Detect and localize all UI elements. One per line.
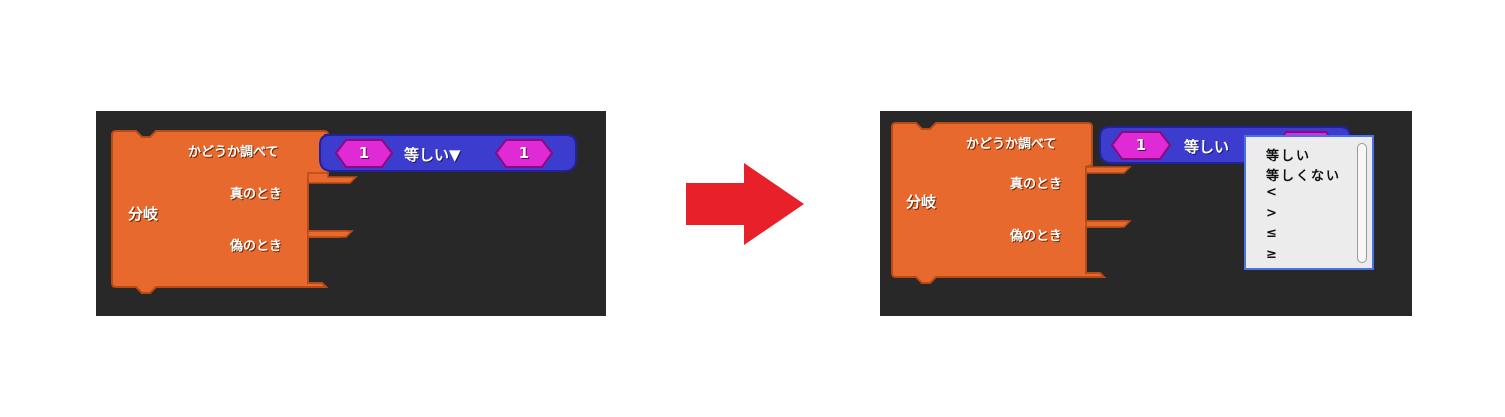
true-label: 真のとき (230, 187, 283, 202)
dropdown-option-less[interactable]: < (1266, 185, 1279, 200)
check-label: かどうか調べて (188, 145, 279, 160)
dropdown-option-less-eq[interactable]: ≤ (1266, 226, 1279, 241)
false-label: 偽のとき (1010, 229, 1063, 244)
branch-block-shape[interactable] (96, 111, 606, 316)
dropdown-option-greater[interactable]: > (1266, 206, 1279, 221)
false-label: 偽のとき (230, 239, 283, 254)
branch-block-name: 分岐 (906, 193, 937, 211)
left-value[interactable]: 1 (349, 144, 379, 162)
operator-dropdown[interactable]: 等しい (1184, 136, 1229, 157)
dropdown-scrollbar[interactable] (1357, 143, 1367, 263)
check-label: かどうか調べて (966, 137, 1057, 152)
operator-dropdown-menu[interactable]: 等しい 等しくない < > ≤ ≥ (1244, 135, 1374, 270)
right-value[interactable]: 1 (509, 144, 539, 162)
workspace-after: かどうか調べて 分岐 真のとき 偽のとき 1 等しい 等しい 等しくない < >… (880, 111, 1412, 316)
workspace-before: かどうか調べて 分岐 真のとき 偽のとき 1 等しい▼ 1 (96, 111, 606, 316)
dropdown-option-greater-eq[interactable]: ≥ (1266, 247, 1279, 262)
operator-dropdown[interactable]: 等しい▼ (404, 144, 461, 165)
right-arrow-icon (686, 163, 804, 245)
true-label: 真のとき (1010, 177, 1063, 192)
dropdown-option-equal[interactable]: 等しい (1266, 145, 1311, 164)
left-value[interactable]: 1 (1126, 136, 1156, 154)
dropdown-option-not-equal[interactable]: 等しくない (1266, 165, 1341, 184)
branch-block-name: 分岐 (128, 205, 159, 223)
